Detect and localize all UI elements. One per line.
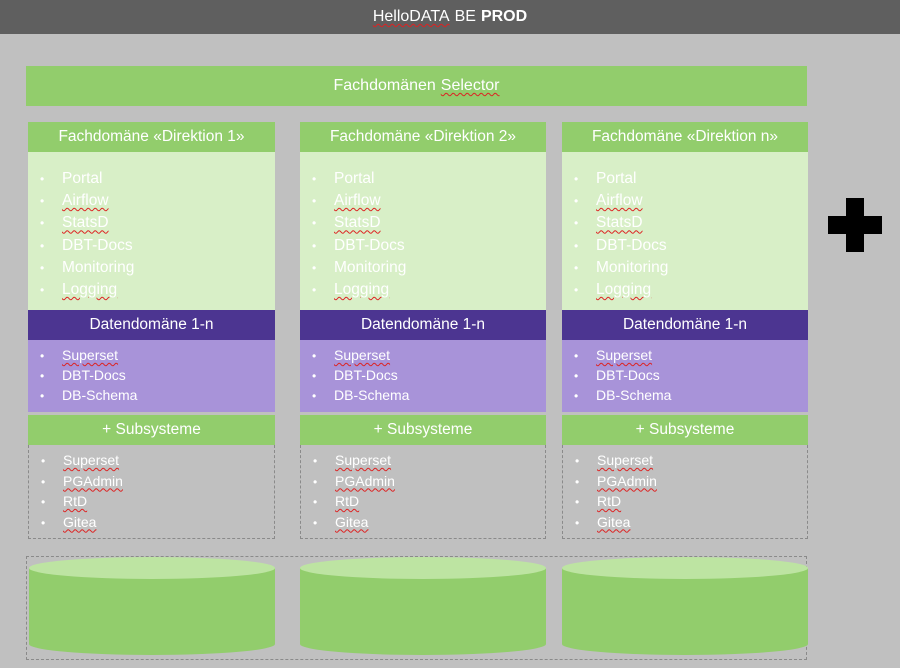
- title-env: PROD: [480, 8, 528, 25]
- selector-label: Fachdomänen: [333, 77, 436, 94]
- datendomaene-item: Superset: [40, 346, 275, 366]
- datendomaene-item: DBT-Docs: [40, 366, 275, 386]
- title-bar: HelloDATA BE PROD: [0, 0, 900, 34]
- fachdomaene-column-1: Fachdomäne «Direktion 1» Portal Airflow …: [28, 122, 275, 539]
- database-cylinder-icon: [29, 557, 275, 655]
- datendomaene-header: Datendomäne 1-n: [562, 310, 808, 340]
- service-item: Logging: [574, 279, 808, 301]
- service-item: Portal: [574, 168, 808, 190]
- database-cylinder-icon: [300, 557, 546, 655]
- subsystem-item: RtD: [41, 492, 274, 513]
- database-cylinder-icon: [562, 557, 808, 655]
- service-item: Logging: [312, 279, 546, 301]
- subsysteme-header: + Subsysteme: [562, 415, 808, 445]
- service-item: Airflow: [574, 190, 808, 212]
- plus-icon: [828, 198, 882, 252]
- service-item: StatsD: [312, 212, 546, 234]
- service-item: Monitoring: [312, 257, 546, 279]
- title-hellodata: HelloDATA: [372, 8, 450, 25]
- subsystem-item: Superset: [41, 451, 274, 472]
- service-item: Airflow: [40, 190, 275, 212]
- datendomaene-item: DB-Schema: [312, 386, 546, 406]
- datendomaene-list: Superset DBT-Docs DB-Schema: [562, 340, 808, 412]
- subsysteme-list: Superset PGAdmin RtD Gitea: [300, 445, 546, 539]
- datendomaene-item: Superset: [312, 346, 546, 366]
- subsystem-item: Superset: [575, 451, 807, 472]
- fachdomaene-header: Fachdomäne «Direktion 1»: [28, 122, 275, 152]
- selector-word: Selector: [440, 77, 500, 94]
- subsystem-item: PGAdmin: [41, 472, 274, 493]
- datendomaene-header: Datendomäne 1-n: [300, 310, 546, 340]
- service-item: StatsD: [40, 212, 275, 234]
- service-item: DBT-Docs: [40, 235, 275, 257]
- service-item: Logging: [40, 279, 275, 301]
- service-item: DBT-Docs: [312, 235, 546, 257]
- datendomaene-item: DBT-Docs: [574, 366, 808, 386]
- datendomaene-item: DB-Schema: [574, 386, 808, 406]
- datendomaene-list: Superset DBT-Docs DB-Schema: [28, 340, 275, 412]
- datendomaene-item: Superset: [574, 346, 808, 366]
- service-item: Monitoring: [574, 257, 808, 279]
- service-item: Monitoring: [40, 257, 275, 279]
- service-item: Portal: [40, 168, 275, 190]
- subsystem-item: RtD: [575, 492, 807, 513]
- service-item: DBT-Docs: [574, 235, 808, 257]
- subsysteme-list: Superset PGAdmin RtD Gitea: [28, 445, 275, 539]
- service-item: StatsD: [574, 212, 808, 234]
- subsystem-item: Gitea: [575, 513, 807, 534]
- fachdomaene-header: Fachdomäne «Direktion n»: [562, 122, 808, 152]
- datendomaene-list: Superset DBT-Docs DB-Schema: [300, 340, 546, 412]
- datendomaene-header: Datendomäne 1-n: [28, 310, 275, 340]
- subsystem-item: Gitea: [313, 513, 545, 534]
- fachdomaene-column-n: Fachdomäne «Direktion n» Portal Airflow …: [562, 122, 808, 539]
- datendomaene-item: DBT-Docs: [312, 366, 546, 386]
- fachdomaenen-selector[interactable]: Fachdomänen Selector: [26, 66, 807, 106]
- subsystem-item: Superset: [313, 451, 545, 472]
- datendomaene-item: DB-Schema: [40, 386, 275, 406]
- service-item: Airflow: [312, 190, 546, 212]
- subsysteme-header: + Subsysteme: [300, 415, 546, 445]
- subsysteme-header: + Subsysteme: [28, 415, 275, 445]
- subsysteme-list: Superset PGAdmin RtD Gitea: [562, 445, 808, 539]
- service-list: Portal Airflow StatsD DBT-Docs Monitorin…: [300, 152, 546, 310]
- subsystem-item: RtD: [313, 492, 545, 513]
- subsystem-item: PGAdmin: [313, 472, 545, 493]
- service-item: Portal: [312, 168, 546, 190]
- service-list: Portal Airflow StatsD DBT-Docs Monitorin…: [28, 152, 275, 310]
- service-list: Portal Airflow StatsD DBT-Docs Monitorin…: [562, 152, 808, 310]
- subsystem-item: Gitea: [41, 513, 274, 534]
- title-be: BE: [454, 8, 476, 25]
- fachdomaene-header: Fachdomäne «Direktion 2»: [300, 122, 546, 152]
- fachdomaene-column-2: Fachdomäne «Direktion 2» Portal Airflow …: [300, 122, 546, 539]
- subsystem-item: PGAdmin: [575, 472, 807, 493]
